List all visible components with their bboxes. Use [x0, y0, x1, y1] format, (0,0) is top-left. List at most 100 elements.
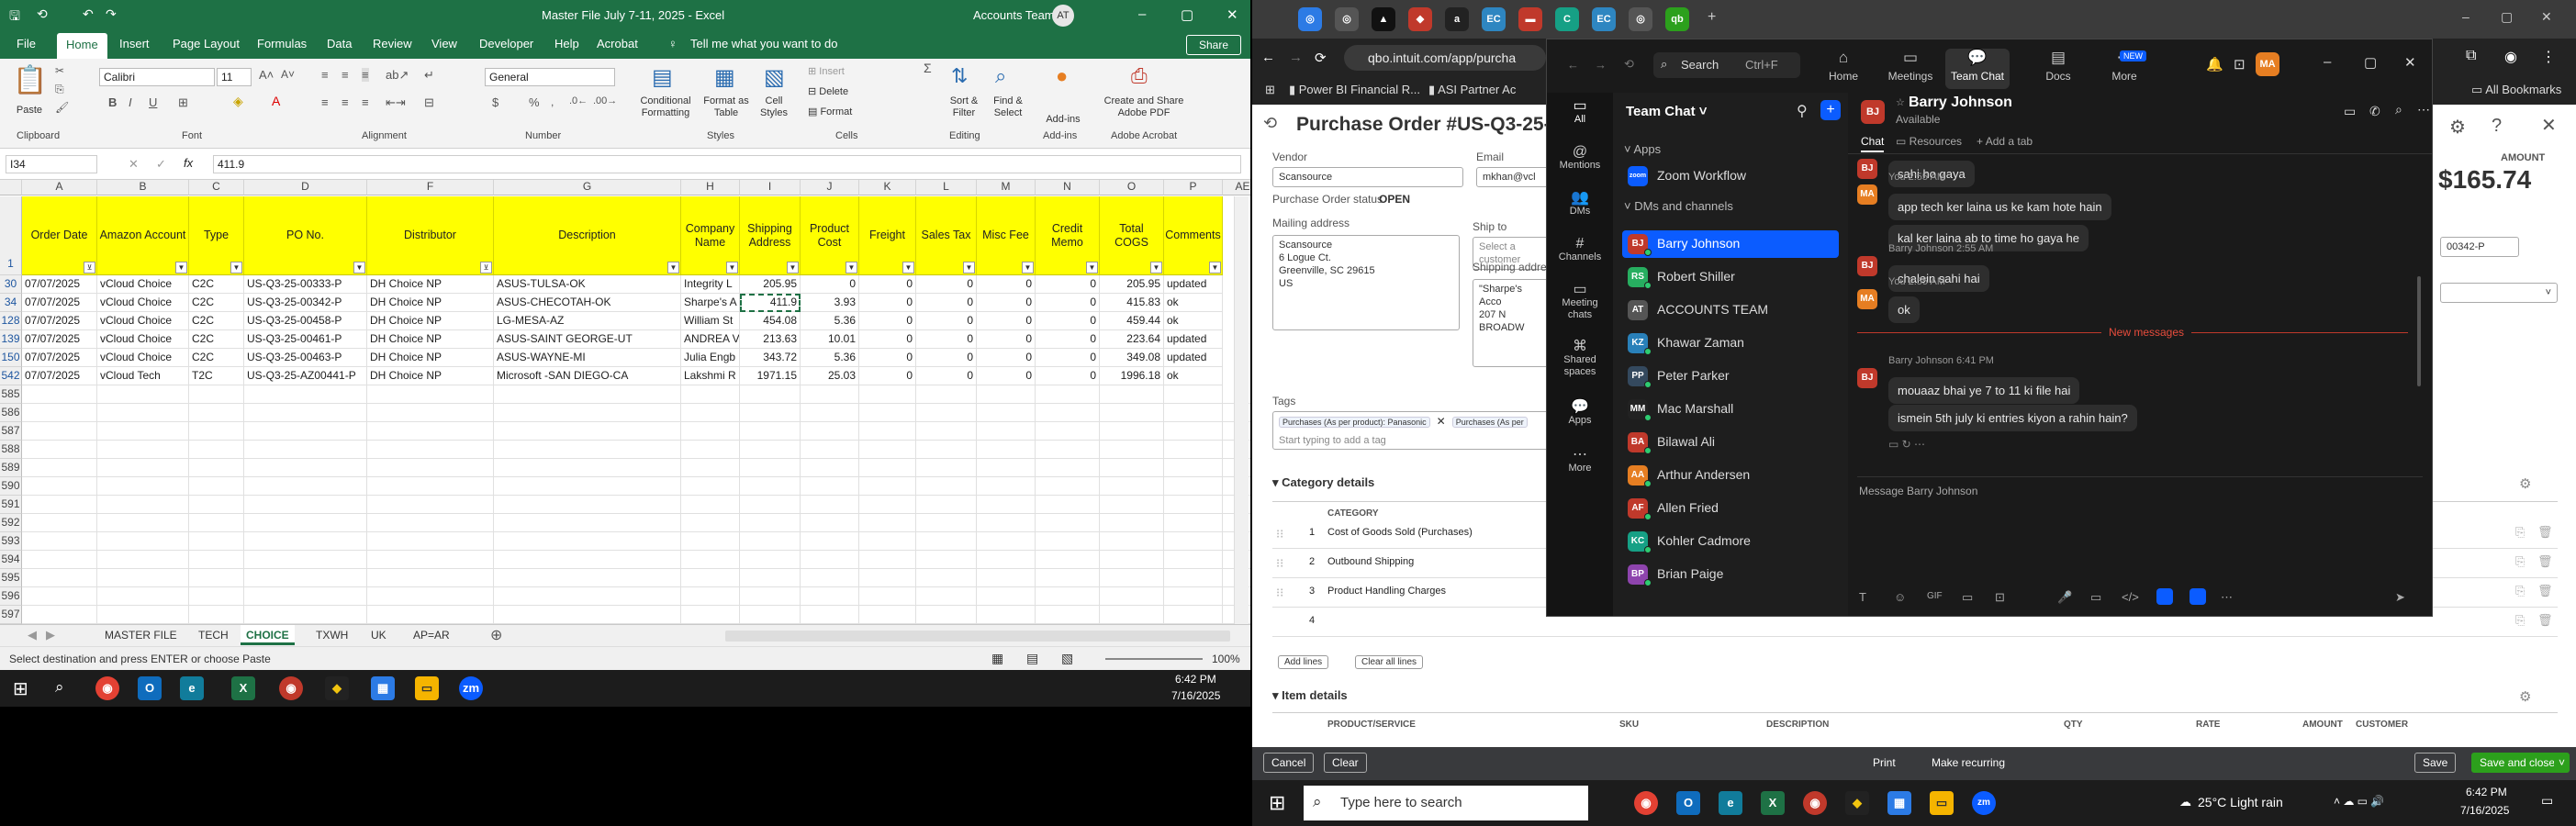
table-cell[interactable] — [244, 496, 367, 514]
filter-dropdown-icon[interactable]: ▼ — [230, 262, 242, 273]
remove-tag-icon[interactable]: ✕ — [1437, 415, 1446, 428]
format-icon[interactable]: T — [1859, 590, 1866, 604]
avatar[interactable]: MA — [2256, 52, 2279, 76]
tab-file[interactable]: File — [17, 37, 36, 50]
table-cell[interactable] — [801, 551, 859, 569]
browser-minimize-icon[interactable]: – — [2462, 9, 2470, 24]
maximize-icon[interactable]: ▢ — [1181, 6, 1193, 23]
table-cell[interactable] — [916, 441, 977, 459]
save-options-icon[interactable]: ˅ — [2554, 753, 2570, 773]
table-cell[interactable] — [494, 459, 681, 477]
table-cell[interactable]: 07/07/2025 — [22, 294, 97, 312]
header-cell[interactable]: Description ▼ — [494, 196, 681, 275]
row-header[interactable]: 139 — [0, 330, 22, 349]
contact-item[interactable]: KZ Khawar Zaman — [1622, 329, 1839, 357]
close-icon[interactable]: ✕ — [1226, 6, 1238, 23]
add-tab[interactable]: + Add a tab — [1977, 135, 2033, 148]
drag-handle-icon[interactable]: ⁝⁝ — [1276, 586, 1283, 600]
table-cell[interactable] — [859, 514, 916, 532]
menu-icon[interactable]: ⋮ — [2541, 48, 2556, 66]
filter-channels[interactable]: # Channels — [1547, 237, 1613, 263]
table-cell[interactable] — [1100, 422, 1164, 441]
table-cell[interactable]: 343.72 — [740, 349, 801, 367]
app-icon[interactable] — [2190, 588, 2206, 605]
table-cell[interactable]: 0 — [916, 275, 977, 294]
table-cell[interactable] — [367, 441, 494, 459]
tab-help[interactable]: Help — [554, 37, 579, 50]
table-cell[interactable] — [22, 532, 97, 551]
table-cell[interactable] — [1036, 404, 1100, 422]
table-cell[interactable]: 25.03 — [801, 367, 859, 385]
column-header[interactable]: C — [189, 180, 244, 195]
tag-chip[interactable]: Purchases (As per — [1451, 417, 1528, 428]
table-cell[interactable] — [22, 459, 97, 477]
tag-chip[interactable]: Purchases (As per product): Panasonic — [1279, 417, 1430, 428]
table-cell[interactable]: 0 — [859, 367, 916, 385]
chrome-icon[interactable]: ◉ — [95, 676, 119, 700]
delete-row-icon[interactable]: 🗑 — [2537, 584, 2553, 598]
table-cell[interactable] — [97, 569, 189, 587]
table-cell[interactable] — [367, 385, 494, 404]
table-cell[interactable] — [859, 422, 916, 441]
phone-icon[interactable]: ✆ — [2369, 104, 2380, 119]
table-cell[interactable]: 213.63 — [740, 330, 801, 349]
contact-item[interactable]: MM Mac Marshall — [1622, 396, 1839, 423]
browser-tab[interactable]: ◆ — [1408, 7, 1432, 31]
table-cell[interactable] — [681, 551, 740, 569]
row-header[interactable]: 591 — [0, 496, 22, 514]
table-cell[interactable] — [740, 532, 801, 551]
enter-icon[interactable]: ✓ — [156, 157, 166, 172]
increase-decimal-icon[interactable]: .0← — [569, 95, 588, 106]
table-cell[interactable] — [244, 532, 367, 551]
contact-item[interactable]: AF Allen Fried — [1622, 495, 1839, 522]
table-cell[interactable] — [367, 422, 494, 441]
table-cell[interactable] — [1164, 404, 1223, 422]
table-cell[interactable] — [367, 569, 494, 587]
help-icon[interactable]: ? — [2492, 116, 2502, 137]
table-cell[interactable] — [1100, 404, 1164, 422]
zoom-app-icon[interactable]: zm — [1972, 791, 1996, 815]
table-cell[interactable] — [1036, 587, 1100, 606]
table-cell[interactable]: 0 — [977, 330, 1036, 349]
cancel-button[interactable]: Cancel — [1263, 753, 1315, 773]
row-header[interactable]: 587 — [0, 422, 22, 441]
drag-handle-icon[interactable]: ⁝⁝ — [1276, 527, 1283, 541]
table-cell[interactable] — [740, 404, 801, 422]
windows-start-icon[interactable]: ⊞ — [13, 677, 28, 700]
table-cell[interactable] — [1100, 514, 1164, 532]
table-cell[interactable] — [977, 385, 1036, 404]
address-bar[interactable]: qbo.intuit.com/app/purcha — [1344, 45, 1546, 71]
table-cell[interactable]: C2C — [189, 312, 244, 330]
table-cell[interactable] — [1036, 459, 1100, 477]
table-cell[interactable]: Julia Engb — [681, 349, 740, 367]
table-cell[interactable] — [1164, 532, 1223, 551]
po-number-input[interactable]: 00342-P — [2440, 237, 2519, 257]
table-cell[interactable] — [97, 422, 189, 441]
copy-row-icon[interactable]: ⎘ — [2515, 613, 2525, 628]
table-cell[interactable] — [1036, 569, 1100, 587]
table-cell[interactable] — [97, 551, 189, 569]
shrink-font-icon[interactable]: A˅ — [281, 68, 295, 81]
table-cell[interactable]: 0 — [977, 312, 1036, 330]
calculator-icon[interactable]: ▦ — [1887, 791, 1911, 815]
table-cell[interactable]: 223.64 — [1100, 330, 1164, 349]
chat-more-icon[interactable]: ⋯ — [2417, 102, 2430, 117]
table-cell[interactable] — [97, 459, 189, 477]
filter-dropdown-icon[interactable]: ▼ — [353, 262, 365, 273]
table-cell[interactable]: ASUS-CHECOTAH-OK — [494, 294, 681, 312]
table-cell[interactable] — [916, 606, 977, 624]
table-cell[interactable]: ok — [1164, 312, 1223, 330]
dropdown-select[interactable]: ˅ — [2440, 283, 2558, 303]
whiteboard-icon[interactable]: ⊡ — [2234, 56, 2246, 73]
file-icon[interactable]: ▭ — [1962, 590, 1973, 605]
table-cell[interactable]: vCloud Tech — [97, 367, 189, 385]
outlook-icon[interactable]: O — [1676, 791, 1700, 815]
table-cell[interactable] — [22, 551, 97, 569]
table-cell[interactable]: US-Q3-25-00333-P — [244, 275, 367, 294]
table-cell[interactable]: ASUS-SAINT GEORGE-UT — [494, 330, 681, 349]
tab-data[interactable]: Data — [327, 37, 352, 50]
header-cell[interactable]: Amazon Account ▼ — [97, 196, 189, 275]
row-header[interactable]: 150 — [0, 349, 22, 367]
dms-section[interactable]: ˅ DMs and channels — [1624, 199, 1733, 213]
filter-dropdown-icon[interactable]: ▼ — [1022, 262, 1034, 273]
